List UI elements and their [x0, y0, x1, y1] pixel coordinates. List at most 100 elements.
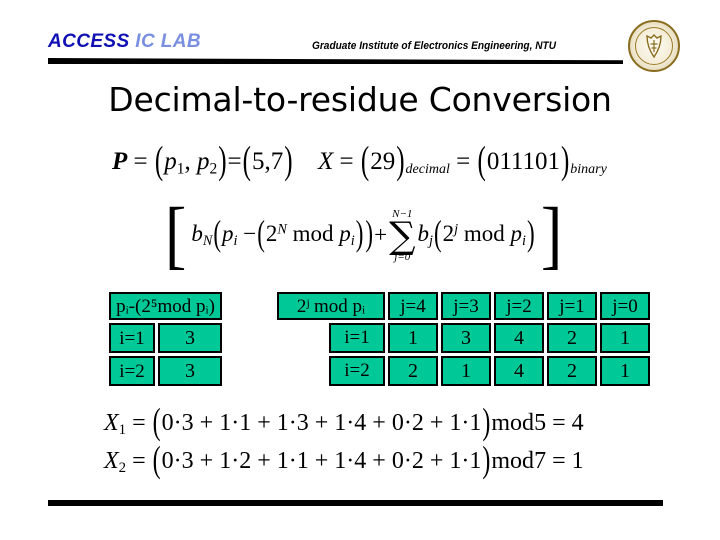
- x1-term: 0·2: [391, 410, 424, 436]
- moduli-lhs: P: [112, 148, 128, 175]
- formula-two2: 2: [442, 220, 455, 246]
- input-dec-label: decimal: [405, 162, 450, 178]
- table-right-column-header: j=2: [494, 292, 544, 320]
- x2-term: 0·3: [161, 448, 194, 474]
- input-bin-close: ): [560, 140, 570, 183]
- sigma-lower-limit: j=0: [394, 251, 411, 264]
- x1-modulus: 5: [534, 410, 547, 436]
- equation-residue-formula: [ bN(pi −(2N mod pi)) + N−1 ∑ j=0 bj(2j m…: [163, 193, 564, 277]
- table-row: pᵢ-(2⁵mod pᵢ): [109, 292, 222, 320]
- table-left-cell: 3: [158, 356, 222, 386]
- equation-residue-x1: X1 = (0·3 + 1·1 + 1·3 + 1·4 + 0·2 + 1·1)…: [104, 402, 584, 443]
- x2-term: 1·2: [219, 448, 252, 474]
- formula-b-small-sub: j: [429, 232, 433, 249]
- x1-open: (: [152, 402, 161, 443]
- formula-two-exponent: N: [277, 221, 287, 238]
- table-left-row-label: i=2: [109, 356, 155, 386]
- x1-term: 1·1: [449, 410, 482, 436]
- formula-close2: ): [355, 213, 364, 253]
- x1-close: ): [482, 402, 491, 443]
- x1-lhs: X: [104, 410, 119, 436]
- moduli-tuple-close: ): [218, 140, 227, 183]
- table-right-cell: 4: [494, 356, 544, 386]
- formula-plus: +: [374, 222, 388, 248]
- header-divider: [48, 58, 623, 64]
- summation-operator: N−1 ∑ j=0: [389, 209, 415, 263]
- input-dec-value: 29: [370, 148, 396, 175]
- x2-result: 1: [571, 448, 584, 474]
- x1-term: 1·4: [334, 410, 367, 436]
- table-right-row-label: i=1: [329, 323, 385, 353]
- equation-residue-x2: X2 = (0·3 + 1·2 + 1·1 + 1·4 + 0·2 + 1·1)…: [104, 440, 584, 481]
- x2-mod-label: mod: [491, 448, 535, 474]
- formula-pi2-sub: i: [350, 232, 355, 249]
- x1-term: 1·1: [219, 410, 252, 436]
- table-power-residues: 2ʲ mod pᵢ j=4 j=3 j=2 j=1 j=0 i=1 1 3 4 …: [274, 289, 653, 389]
- formula-pi3-sub: i: [522, 232, 526, 249]
- table-right-column-header: j=1: [547, 292, 597, 320]
- table-right-column-header: j=4: [388, 292, 438, 320]
- formula-pi3: p: [510, 220, 523, 246]
- lab-logo-access: ACCESS: [48, 31, 130, 52]
- moduli-tuple-open: (: [154, 140, 164, 183]
- formula-pi-sub: i: [233, 232, 238, 249]
- table-right-column-header: j=0: [600, 292, 650, 320]
- input-dec-open: (: [360, 140, 370, 183]
- table-right-column-header: j=3: [441, 292, 491, 320]
- equation-moduli: P = (p1, p2)=(5,7): [112, 140, 294, 182]
- x2-term: 1·4: [334, 448, 367, 474]
- page-title: Decimal-to-residue Conversion: [108, 80, 612, 119]
- table-right-cell: 1: [388, 323, 438, 353]
- x1-result-eq: =: [552, 410, 566, 436]
- equation-input-value: X = (29)decimal = (011101)binary: [318, 140, 607, 182]
- formula-b-big-sub: N: [202, 232, 213, 249]
- x1-term: 0·3: [161, 410, 194, 436]
- table-right-cell: 2: [547, 356, 597, 386]
- ntu-seal-icon: [628, 20, 680, 72]
- formula-first-term: bN(pi −(2N mod pi)): [191, 214, 374, 253]
- sigma-glyph-icon: ∑: [389, 214, 416, 258]
- table-right-cell: 3: [441, 323, 491, 353]
- x1-result: 4: [571, 410, 584, 436]
- table-right-row-label: i=2: [329, 356, 385, 386]
- table-row: i=1 1 3 4 2 1: [277, 323, 650, 353]
- x2-modulus: 7: [534, 448, 547, 474]
- table-right-spacer: i=2: [277, 356, 385, 386]
- table-right-cell: 4: [494, 323, 544, 353]
- x1-eq: =: [132, 410, 146, 436]
- x2-lhs: X: [104, 448, 119, 474]
- formula-two2-exponent: j: [454, 221, 459, 238]
- input-dec-close: ): [396, 140, 405, 183]
- x2-term: 1·1: [449, 448, 482, 474]
- table-right-spacer: i=1: [277, 323, 385, 353]
- lab-logo: ACCESS IC LAB: [48, 31, 201, 53]
- table-right-header: 2ʲ mod pᵢ: [277, 292, 385, 320]
- formula-mod1: mod: [292, 220, 334, 246]
- table-row: i=1 3: [109, 323, 222, 353]
- x2-term: 0·2: [391, 448, 424, 474]
- x2-lhs-sub: 2: [118, 460, 127, 477]
- formula-sum-term: bj(2j mod pi): [418, 214, 536, 253]
- formula-mod2: mod: [463, 220, 505, 246]
- input-eq1: =: [339, 148, 354, 175]
- moduli-p2: p: [196, 148, 210, 175]
- formula-bracket-close: ]: [540, 193, 563, 277]
- input-bin-open: (: [477, 140, 486, 183]
- formula-two: 2: [265, 220, 278, 246]
- moduli-values: 5,7: [251, 148, 284, 175]
- department-line: Graduate Institute of Electronics Engine…: [312, 40, 557, 52]
- formula-pi2: p: [339, 220, 351, 246]
- table-right-cell: 1: [441, 356, 491, 386]
- moduli-eq2: =: [227, 148, 242, 175]
- moduli-eq1: =: [133, 148, 148, 175]
- input-eq2: =: [456, 148, 471, 175]
- x1-lhs-sub: 1: [118, 422, 127, 439]
- x2-close: ): [482, 440, 491, 481]
- formula-body: bN(pi −(2N mod pi)) + N−1 ∑ j=0 bj(2j mod…: [188, 208, 538, 263]
- formula-open3: (: [433, 213, 442, 253]
- table-right-cell: 2: [388, 356, 438, 386]
- footer-divider: [48, 500, 663, 506]
- moduli-comma: ,: [184, 148, 191, 175]
- slide-header: ACCESS IC LAB Graduate Institute of Elec…: [0, 0, 720, 72]
- table-row: i=2 2 1 4 2 1: [277, 356, 650, 386]
